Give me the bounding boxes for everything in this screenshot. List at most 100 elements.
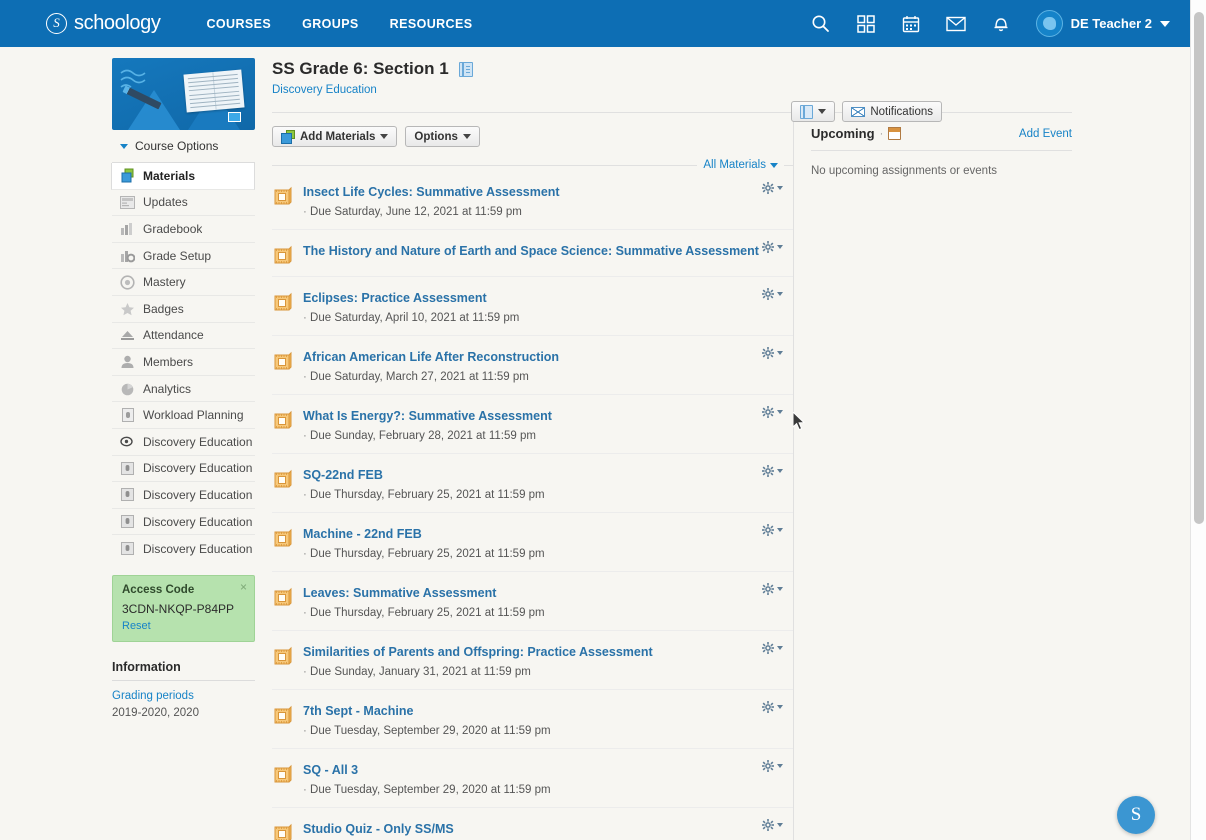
sidebar-item-discovery-education-app-3[interactable]: Discovery Education - ... <box>112 509 255 536</box>
page-scrollbar[interactable] <box>1190 0 1206 840</box>
sidebar-item-mastery[interactable]: Mastery <box>112 269 255 296</box>
material-options-gear[interactable] <box>762 347 783 359</box>
material-options-gear[interactable] <box>762 465 783 477</box>
sidebar-item-badges[interactable]: Badges <box>112 296 255 323</box>
sidebar-item-discovery-education-app-4[interactable]: Discovery Education - ... <box>112 535 255 562</box>
gear-icon <box>762 701 774 713</box>
sidebar-item-discovery-education-app-1[interactable]: Discovery Education - ... <box>112 456 255 483</box>
sidebar-item-label: Gradebook <box>143 222 202 236</box>
page-scrollbar-thumb[interactable] <box>1194 12 1204 524</box>
course-options-toggle[interactable]: Course Options <box>112 130 255 162</box>
material-title[interactable]: Machine - 22nd FEB <box>303 527 793 542</box>
sidebar-item-label: Grade Setup <box>143 249 211 263</box>
close-icon[interactable]: × <box>240 581 247 593</box>
material-options-gear[interactable] <box>762 288 783 300</box>
discovery-education-icon <box>120 434 135 449</box>
sidebar-item-updates[interactable]: Updates <box>112 190 255 217</box>
notebook-button[interactable] <box>791 101 835 122</box>
chevron-down-icon <box>1160 21 1170 27</box>
material-options-gear[interactable] <box>762 583 783 595</box>
nav-courses[interactable]: COURSES <box>206 17 271 31</box>
material-options-gear[interactable] <box>762 642 783 654</box>
sidebar-item-attendance[interactable]: Attendance <box>112 323 255 350</box>
notifications-bell-icon[interactable] <box>989 12 1013 36</box>
material-row[interactable]: Leaves: Summative AssessmentDue Thursday… <box>272 572 793 631</box>
sidebar-item-gradebook[interactable]: Gradebook <box>112 216 255 243</box>
information-title: Information <box>112 660 255 681</box>
material-row[interactable]: African American Life After Reconstructi… <box>272 336 793 395</box>
material-due-date: Due Thursday, February 25, 2021 at 11:59… <box>303 489 793 501</box>
material-title[interactable]: Similarities of Parents and Offspring: P… <box>303 645 793 660</box>
breadcrumb[interactable]: Discovery Education <box>272 84 1072 96</box>
material-title[interactable]: 7th Sept - Machine <box>303 704 793 719</box>
material-options-gear[interactable] <box>762 524 783 536</box>
assessment-icon <box>272 408 294 430</box>
material-title[interactable]: Insect Life Cycles: Summative Assessment <box>303 185 793 200</box>
material-info: SQ-22nd FEB Due Thursday, February 25, 20… <box>303 466 793 501</box>
chevron-down-icon <box>777 646 783 650</box>
material-row[interactable]: Eclipses: Practice AssessmentDue Saturda… <box>272 277 793 336</box>
schoology-logo[interactable]: S schoology <box>46 12 160 35</box>
material-info: African American Life After Reconstructi… <box>303 348 793 383</box>
material-row[interactable]: What Is Energy?: Summative Assessment Due… <box>272 395 793 454</box>
divider <box>272 165 697 166</box>
material-row[interactable]: Studio Quiz - Only SS/MSDue Tuesday, Sep… <box>272 808 793 840</box>
all-materials-filter[interactable]: All Materials <box>697 159 784 171</box>
material-row[interactable]: Machine - 22nd FEBDue Thursday, February… <box>272 513 793 572</box>
upcoming-title: Upcoming <box>811 126 875 141</box>
material-info: Eclipses: Practice AssessmentDue Saturda… <box>303 289 793 324</box>
brand-name: schoology <box>74 12 160 35</box>
material-row[interactable]: 7th Sept - MachineDue Tuesday, September… <box>272 690 793 749</box>
options-button[interactable]: Options <box>405 126 479 147</box>
sidebar-item-workload-planning[interactable]: Workload Planning <box>112 402 255 429</box>
sidebar-item-members[interactable]: Members <box>112 349 255 376</box>
chevron-down-icon <box>777 587 783 591</box>
material-options-gear[interactable] <box>762 182 783 194</box>
material-row[interactable]: SQ-22nd FEB Due Thursday, February 25, 20… <box>272 454 793 513</box>
material-row[interactable]: The History and Nature of Earth and Spac… <box>272 230 793 277</box>
notifications-button[interactable]: Notifications <box>842 101 942 122</box>
sidebar-item-discovery-education[interactable]: Discovery Education <box>112 429 255 456</box>
nav-resources[interactable]: RESOURCES <box>390 17 473 31</box>
course-notebook-icon[interactable] <box>459 62 473 77</box>
calendar-icon[interactable] <box>899 12 923 36</box>
material-due-date: Due Sunday, February 28, 2021 at 11:59 p… <box>303 430 793 442</box>
assessment-icon <box>272 184 294 206</box>
material-title[interactable]: African American Life After Reconstructi… <box>303 350 793 365</box>
materials-column: Add Materials Options All Materials <box>272 113 793 840</box>
material-title[interactable]: SQ - All 3 <box>303 763 793 778</box>
material-title[interactable]: Leaves: Summative Assessment <box>303 586 793 601</box>
schoology-support-chat-button[interactable]: S <box>1117 796 1155 834</box>
nav-groups[interactable]: GROUPS <box>302 17 359 31</box>
material-title[interactable]: The History and Nature of Earth and Spac… <box>303 244 793 259</box>
messages-envelope-icon[interactable] <box>944 12 968 36</box>
search-icon[interactable] <box>809 12 833 36</box>
access-code-reset-link[interactable]: Reset <box>122 620 245 632</box>
material-options-gear[interactable] <box>762 701 783 713</box>
material-row[interactable]: Similarities of Parents and Offspring: P… <box>272 631 793 690</box>
material-row[interactable]: Insect Life Cycles: Summative Assessment… <box>272 171 793 230</box>
material-due-date: Due Saturday, March 27, 2021 at 11:59 pm <box>303 371 793 383</box>
sidebar-item-discovery-education-app-2[interactable]: Discovery Education - ... <box>112 482 255 509</box>
sidebar-item-materials[interactable]: Materials <box>111 163 255 190</box>
material-title[interactable]: Studio Quiz - Only SS/MS <box>303 822 793 837</box>
material-info: Machine - 22nd FEBDue Thursday, February… <box>303 525 793 560</box>
calendar-icon[interactable] <box>888 127 901 140</box>
material-options-gear[interactable] <box>762 241 783 253</box>
material-title[interactable]: Eclipses: Practice Assessment <box>303 291 793 306</box>
material-options-gear[interactable] <box>762 819 783 831</box>
sidebar-item-analytics[interactable]: Analytics <box>112 376 255 403</box>
material-title[interactable]: SQ-22nd FEB <box>303 468 793 483</box>
add-event-link[interactable]: Add Event <box>1019 128 1072 140</box>
material-options-gear[interactable] <box>762 406 783 418</box>
attendance-icon <box>120 328 135 343</box>
app-icon <box>120 487 135 502</box>
material-options-gear[interactable] <box>762 760 783 772</box>
sidebar-item-grade-setup[interactable]: Grade Setup <box>112 243 255 270</box>
user-menu[interactable]: DE Teacher 2 <box>1036 10 1170 37</box>
material-title[interactable]: What Is Energy?: Summative Assessment <box>303 409 793 424</box>
add-materials-button[interactable]: Add Materials <box>272 126 397 147</box>
apps-grid-icon[interactable] <box>854 12 878 36</box>
material-row[interactable]: SQ - All 3Due Tuesday, September 29, 202… <box>272 749 793 808</box>
avatar <box>1036 10 1063 37</box>
